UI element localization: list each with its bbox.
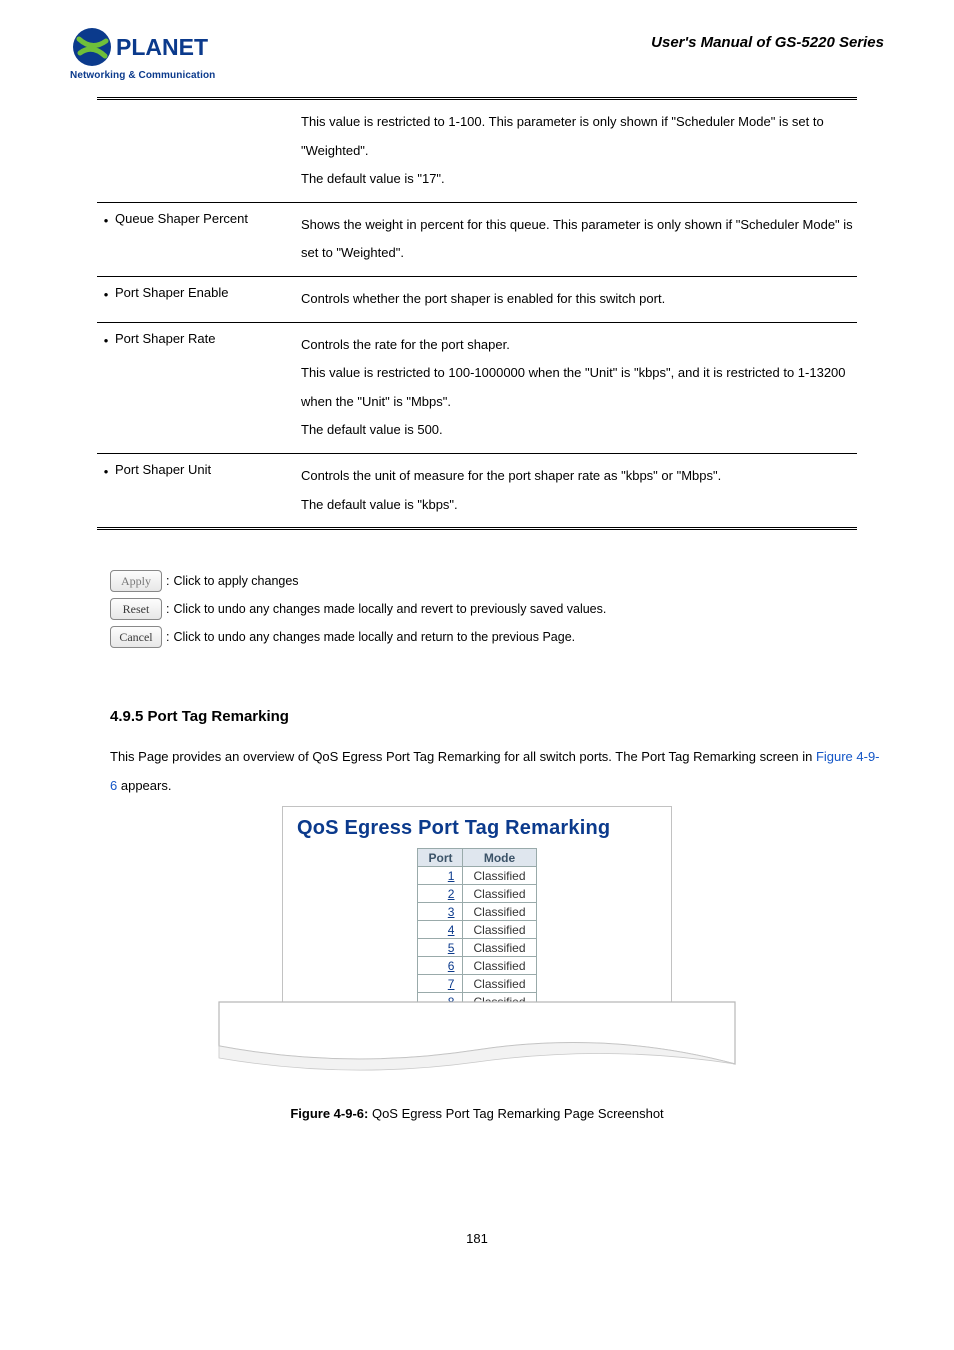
button-desc: Click to apply changes (173, 574, 298, 588)
port-link[interactable]: 6 (418, 957, 463, 975)
mode-cell: Classified (463, 885, 536, 903)
section-heading: 4.9.5 Port Tag Remarking (110, 708, 884, 725)
mode-cell: Classified (463, 903, 536, 921)
mode-cell: Classified (463, 975, 536, 993)
qos-port-table: Port Mode 1Classified 2Classified 3Class… (417, 848, 536, 1011)
para-text: appears. (121, 778, 172, 793)
brand-text: PLANET (116, 34, 208, 60)
port-link[interactable]: 1 (418, 867, 463, 885)
table-row: 7Classified (418, 975, 536, 993)
mode-cell: Classified (463, 921, 536, 939)
section-title: Port Tag Remarking (148, 708, 289, 725)
button-row: Cancel : Click to undo any changes made … (110, 626, 884, 648)
param-desc: The default value is 500. (301, 416, 857, 445)
param-desc: This value is restricted to 100-1000000 … (301, 359, 857, 416)
bullet-icon: • (97, 211, 115, 228)
figure-box: QoS Egress Port Tag Remarking Port Mode … (282, 806, 672, 1012)
section-number: 4.9.5 (110, 708, 143, 725)
table-row: 2Classified (418, 885, 536, 903)
colon: : (166, 630, 169, 644)
mode-cell: Classified (463, 939, 536, 957)
table-row: 4Classified (418, 921, 536, 939)
figure-caption-text: QoS Egress Port Tag Remarking Page Scree… (372, 1106, 664, 1121)
th-port: Port (418, 849, 463, 867)
buttons-section: Apply : Click to apply changes Reset : C… (110, 570, 884, 648)
param-desc: This value is restricted to 1-100. This … (301, 108, 857, 165)
page-number: 181 (70, 1231, 884, 1246)
button-desc: Click to undo any changes made locally a… (173, 602, 606, 616)
logo-block: PLANET Networking & Communication (70, 24, 250, 81)
page: PLANET Networking & Communication User's… (0, 0, 954, 1286)
param-label: Port Shaper Unit (115, 462, 297, 477)
manual-title: User's Manual of GS-5220 Series (651, 34, 884, 51)
logo-tagline: Networking & Communication (70, 70, 215, 81)
table-row: 1Classified (418, 867, 536, 885)
table-row: 5Classified (418, 939, 536, 957)
mode-cell: Classified (463, 957, 536, 975)
figure-caption-prefix: Figure 4-9-6: (290, 1106, 368, 1121)
param-desc: The default value is "kbps". (301, 491, 857, 520)
colon: : (166, 574, 169, 588)
figure-screenshot: QoS Egress Port Tag Remarking Port Mode … (282, 806, 672, 1012)
param-desc: Controls the unit of measure for the por… (301, 462, 857, 491)
button-row: Reset : Click to undo any changes made l… (110, 598, 884, 620)
page-header: PLANET Networking & Communication User's… (70, 24, 884, 81)
bullet-icon: • (97, 462, 115, 479)
param-desc: Controls the rate for the port shaper. (301, 331, 857, 360)
port-link[interactable]: 7 (418, 975, 463, 993)
apply-button[interactable]: Apply (110, 570, 162, 592)
port-link[interactable]: 2 (418, 885, 463, 903)
reset-button[interactable]: Reset (110, 598, 162, 620)
param-label: Queue Shaper Percent (115, 211, 297, 226)
port-link[interactable]: 5 (418, 939, 463, 957)
bullet-icon: • (97, 285, 115, 302)
mode-cell: Classified (463, 867, 536, 885)
para-text: This Page provides an overview of QoS Eg… (110, 749, 816, 764)
button-row: Apply : Click to apply changes (110, 570, 884, 592)
colon: : (166, 602, 169, 616)
figure-caption: Figure 4-9-6: QoS Egress Port Tag Remark… (70, 1106, 884, 1121)
param-label: Port Shaper Enable (115, 285, 297, 300)
th-mode: Mode (463, 849, 536, 867)
port-link[interactable]: 3 (418, 903, 463, 921)
section-paragraph: This Page provides an overview of QoS Eg… (110, 743, 884, 800)
page-curl-decoration (217, 1000, 737, 1082)
param-label: Port Shaper Rate (115, 331, 297, 346)
planet-logo: PLANET (70, 24, 250, 72)
button-desc: Click to undo any changes made locally a… (173, 630, 575, 644)
port-link[interactable]: 4 (418, 921, 463, 939)
table-row: 6Classified (418, 957, 536, 975)
figure-title: QoS Egress Port Tag Remarking (297, 817, 657, 840)
param-desc: Shows the weight in percent for this que… (301, 211, 857, 268)
cancel-button[interactable]: Cancel (110, 626, 162, 648)
bullet-icon: • (97, 331, 115, 348)
param-desc: The default value is "17". (301, 165, 857, 194)
param-desc: Controls whether the port shaper is enab… (301, 285, 857, 314)
table-row: 3Classified (418, 903, 536, 921)
parameter-table: This value is restricted to 1-100. This … (97, 97, 857, 530)
